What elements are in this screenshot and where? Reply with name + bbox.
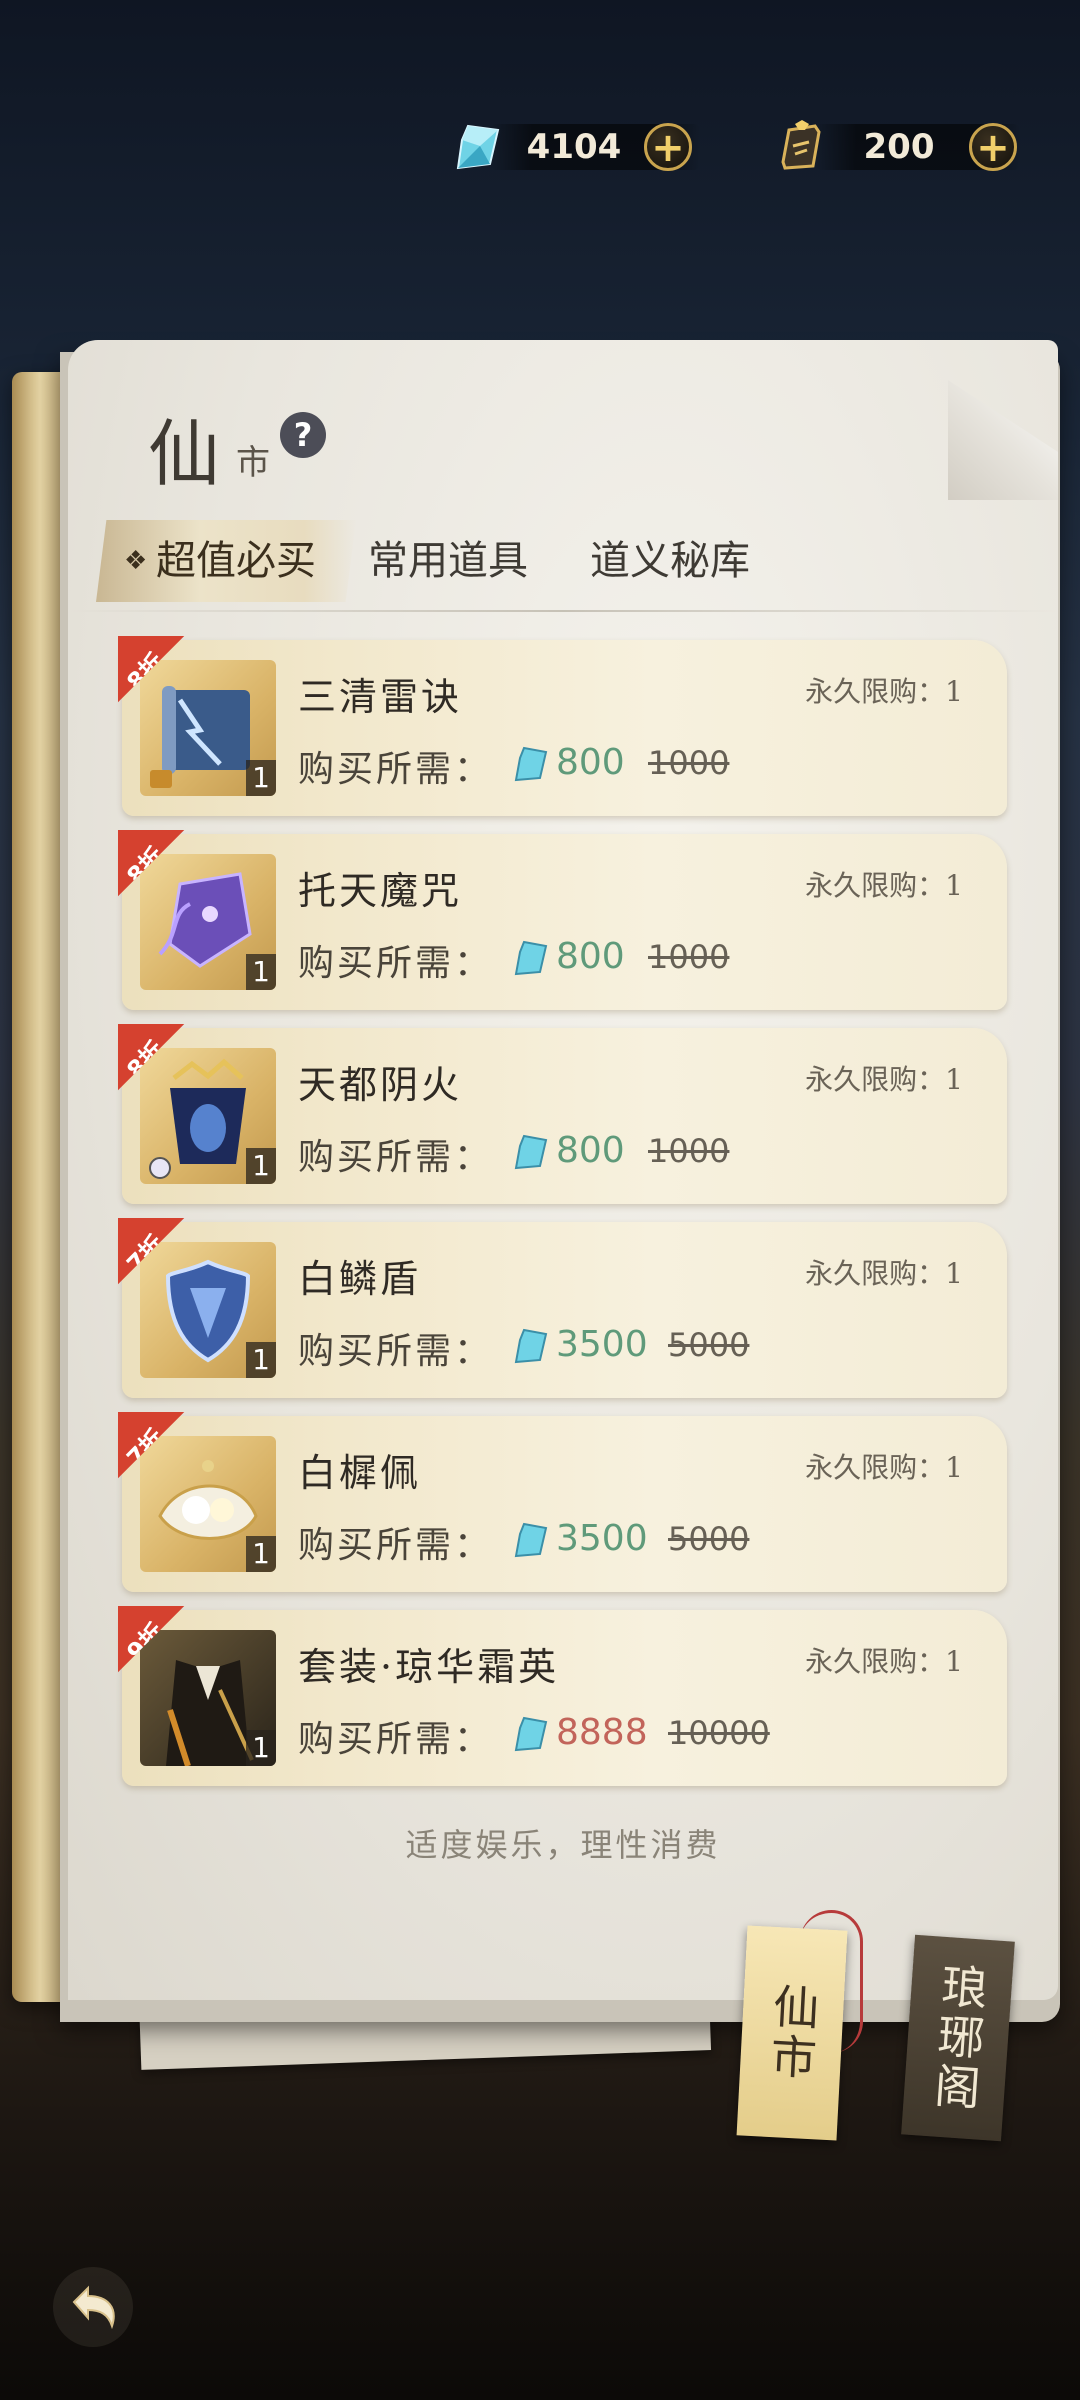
shop-title: 仙 — [148, 412, 223, 496]
item-name: 白鳞盾 — [298, 1257, 422, 1301]
gem-icon — [514, 746, 548, 782]
tab-label: 超值必买 — [156, 538, 316, 584]
purchase-limit: 永久限购：1 — [805, 1451, 963, 1484]
shop-item[interactable]: 1 9折 套装·琼华霜英 永久限购：1 购买所需： 8888 10000 — [118, 1606, 1007, 1786]
purchase-limit: 永久限购：1 — [805, 1645, 963, 1678]
tab-common-items[interactable]: 常用道具 — [368, 520, 528, 602]
item-name: 白樨佩 — [298, 1451, 422, 1495]
item-icon: 1 — [140, 660, 276, 796]
diamond-icon: ❖ — [124, 546, 148, 576]
original-price: 5000 — [668, 1520, 750, 1558]
item-quantity: 1 — [246, 1730, 276, 1766]
item-quantity: 1 — [246, 760, 276, 796]
item-name: 套装·琼华霜英 — [298, 1645, 560, 1689]
token-count: 200 — [863, 127, 935, 167]
purchase-limit: 永久限购：1 — [805, 1063, 963, 1096]
sale-price: 8888 — [556, 1712, 648, 1753]
shop-item[interactable]: 1 8折 天都阴火 永久限购：1 购买所需： 800 1000 — [118, 1024, 1007, 1204]
original-price: 5000 — [668, 1326, 750, 1364]
item-name: 托天魔咒 — [298, 869, 463, 913]
bookmark-xian-shi[interactable]: 仙市 — [736, 1925, 848, 2141]
gem-icon — [514, 1716, 548, 1752]
tab-divider — [68, 610, 1058, 612]
shop-subtitle: 市 — [236, 443, 270, 483]
item-icon: 1 — [140, 854, 276, 990]
gem-icon — [514, 940, 548, 976]
original-price: 1000 — [648, 1132, 730, 1170]
item-icon: 1 — [140, 1048, 276, 1184]
item-name: 天都阴火 — [298, 1063, 463, 1107]
tab-label: 常用道具 — [368, 538, 528, 584]
shop-page: 仙 市 ? ❖ 超值必买 常用道具 道义秘库 1 8折 三清雷诀 永久限购：1 … — [68, 340, 1058, 2000]
item-icon: 1 — [140, 1630, 276, 1766]
bookmark-lang-ya-ge[interactable]: 琅琊阁 — [901, 1934, 1015, 2142]
tab-bar: ❖ 超值必买 常用道具 道义秘库 — [68, 520, 1058, 602]
cost-label: 购买所需： — [298, 1719, 494, 1760]
sale-price: 3500 — [556, 1518, 648, 1559]
sale-price: 800 — [556, 742, 625, 783]
shop-item[interactable]: 1 7折 白樨佩 永久限购：1 购买所需： 3500 5000 — [118, 1412, 1007, 1592]
item-quantity: 1 — [246, 1148, 276, 1184]
token-currency: 200 + — [775, 118, 1040, 176]
page-fold — [948, 380, 1058, 500]
original-price: 10000 — [668, 1714, 770, 1752]
cost-label: 购买所需： — [298, 1137, 494, 1178]
original-price: 1000 — [648, 744, 730, 782]
item-quantity: 1 — [246, 954, 276, 990]
disclaimer-text: 适度娱乐，理性消费 — [405, 1826, 721, 1864]
cost-label: 购买所需： — [298, 749, 494, 790]
sale-price: 800 — [556, 1130, 625, 1171]
original-price: 1000 — [648, 938, 730, 976]
gem-icon — [514, 1134, 548, 1170]
purchase-limit: 永久限购：1 — [805, 1257, 963, 1290]
item-icon: 1 — [140, 1436, 276, 1572]
add-gems-button[interactable]: + — [644, 123, 692, 171]
gem-currency: 4104 + — [450, 118, 720, 176]
item-icon: 1 — [140, 1242, 276, 1378]
purchase-limit: 永久限购：1 — [805, 675, 963, 708]
cost-label: 购买所需： — [298, 1525, 494, 1566]
gem-icon — [514, 1522, 548, 1558]
back-arrow-icon[interactable] — [48, 2262, 138, 2352]
token-icon — [781, 120, 821, 170]
shop-item[interactable]: 1 8折 托天魔咒 永久限购：1 购买所需： 800 1000 — [118, 830, 1007, 1010]
tab-super-value[interactable]: ❖ 超值必买 — [96, 520, 356, 602]
item-name: 三清雷诀 — [298, 675, 463, 719]
tab-label: 道义秘库 — [590, 538, 750, 584]
sale-price: 800 — [556, 936, 625, 977]
gem-icon — [456, 124, 500, 170]
add-tokens-button[interactable]: + — [969, 123, 1017, 171]
purchase-limit: 永久限购：1 — [805, 869, 963, 902]
cost-label: 购买所需： — [298, 1331, 494, 1372]
tab-secret-vault[interactable]: 道义秘库 — [590, 520, 750, 602]
item-quantity: 1 — [246, 1536, 276, 1572]
gem-icon — [514, 1328, 548, 1364]
shop-item[interactable]: 1 7折 白鳞盾 永久限购：1 购买所需： 3500 5000 — [118, 1218, 1007, 1398]
item-quantity: 1 — [246, 1342, 276, 1378]
sale-price: 3500 — [556, 1324, 648, 1365]
shop-item[interactable]: 1 8折 三清雷诀 永久限购：1 购买所需： 800 1000 — [118, 636, 1007, 816]
cost-label: 购买所需： — [298, 943, 494, 984]
gem-count: 4104 — [526, 127, 622, 167]
help-icon[interactable]: ? — [280, 412, 326, 458]
